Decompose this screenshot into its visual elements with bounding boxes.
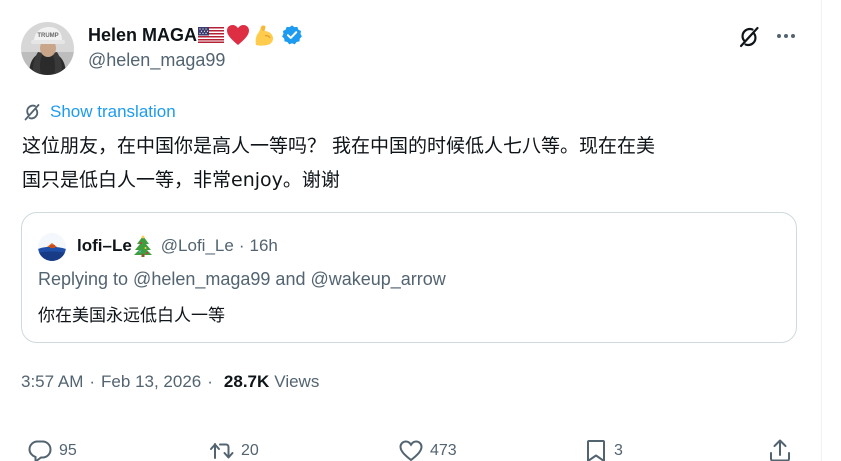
grok-button[interactable] [736,24,762,55]
post-text-line: 这位朋友，在中国你是高人一等吗？ 我在中国的时候低人七八等。现在在美 [22,135,656,157]
translate-icon [24,104,40,121]
repost-icon [210,443,234,459]
bookmark-button[interactable]: 3 [584,438,623,461]
bookmark-icon [587,440,605,461]
more-options-button[interactable] [775,26,797,51]
quoted-post-header: lofi–Le @Lofi_Le · 16h [77,234,278,258]
repost-count: 20 [241,442,259,459]
like-button[interactable]: 473 [398,438,457,461]
share-button[interactable] [767,438,793,461]
action-bar: 95 20 473 3 [0,438,821,461]
us-flag-emoji [198,27,225,43]
post-text: 这位朋友，在中国你是高人一等吗？ 我在中国的时候低人七八等。现在在美 国只是低白… [22,129,807,197]
author-handle[interactable]: @helen_maga99 [88,50,225,71]
flexed-biceps-emoji [255,25,274,46]
grok-icon [739,26,759,48]
reply-icon [28,440,52,461]
christmas-tree-emoji [133,235,152,257]
views-count[interactable]: 28.7K [224,372,269,392]
quoted-post-time[interactable]: 16h [250,236,278,256]
author-display-name[interactable]: Helen MAGA [88,25,197,46]
reply-button[interactable]: 95 [27,438,77,461]
post-date[interactable]: Feb 13, 2026 [101,372,201,392]
like-count: 473 [430,442,457,459]
post-text-line: 国只是低白人一等，非常enjoy。谢谢 [22,169,340,191]
author-avatar[interactable]: TRUMP [21,22,74,75]
quoted-separator: · [238,236,245,255]
verified-badge-icon[interactable] [281,24,303,46]
quoted-author-avatar[interactable] [38,233,66,261]
more-icon [777,34,795,38]
author-name-row[interactable]: Helen MAGA [88,22,303,48]
meta-separator: · [207,372,213,391]
avatar-cap-text: TRUMP [37,33,58,39]
red-heart-emoji [227,25,250,45]
column-divider [821,0,822,461]
quoted-replying-to: Replying to @helen_maga99 and @wakeup_ar… [38,269,446,289]
reply-count: 95 [59,442,77,459]
quoted-author-name[interactable]: lofi–Le [77,236,132,256]
bookmark-count: 3 [614,442,623,459]
repost-button[interactable]: 20 [209,438,259,461]
show-translation-label[interactable]: Show translation [50,102,176,122]
views-label: Views [274,372,320,391]
post-time[interactable]: 3:57 AM [21,372,83,392]
name-emojis [198,23,276,47]
share-icon [770,439,790,461]
post-detail: TRUMP Helen MAGA @helen_maga99 Show tran… [0,0,841,461]
quoted-author-handle[interactable]: @Lofi_Le [161,236,234,256]
quoted-post-card[interactable]: lofi–Le @Lofi_Le · 16h Replying to @hele… [21,212,797,343]
meta-separator: · [89,372,96,391]
show-translation-link[interactable]: Show translation [22,100,176,124]
quoted-post-text: 你在美国永远低白人一等 [38,306,225,326]
post-meta: 3:57 AM · Feb 13, 2026 · 28.7K Views [21,370,319,394]
heart-icon [399,440,423,461]
